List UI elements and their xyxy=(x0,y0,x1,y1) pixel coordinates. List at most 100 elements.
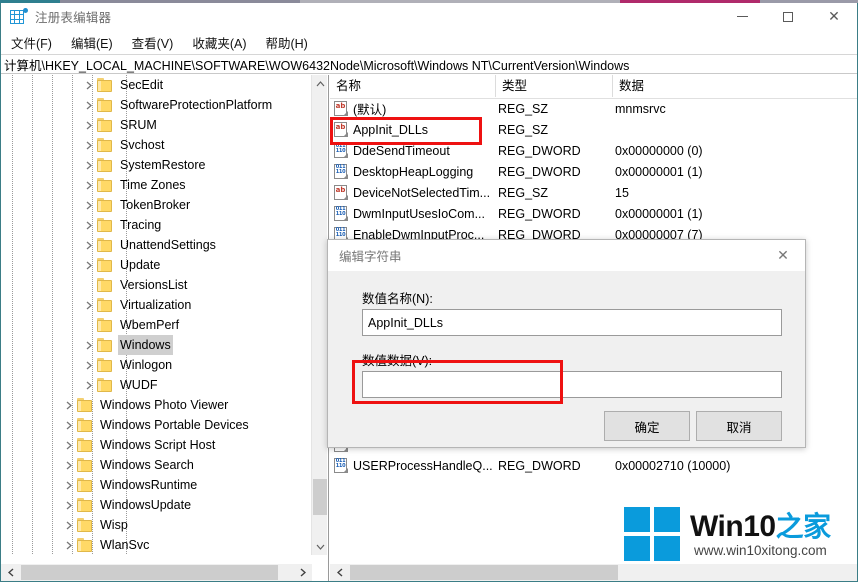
dword-value-icon: 011110 xyxy=(334,164,348,179)
menu-edit[interactable]: 编辑(E) xyxy=(62,31,122,55)
chevron-right-icon[interactable] xyxy=(61,495,77,515)
tree-item[interactable]: UnattendSettings xyxy=(1,235,312,255)
tree-item[interactable]: SystemRestore xyxy=(1,155,312,175)
list-scroll-left-button[interactable] xyxy=(330,564,349,581)
tree-hscroll-thumb[interactable] xyxy=(21,565,278,580)
table-row[interactable]: 011 110 DdeSendTimeout REG_DWORD 0x00000000 … xyxy=(330,140,857,161)
column-header-data[interactable]: 数据 xyxy=(613,75,857,97)
table-row[interactable]: 011 110 DwmInputUsesIoCom... REG_DWORD 0x000… xyxy=(330,203,857,224)
chevron-right-icon[interactable] xyxy=(81,255,97,275)
chevron-right-icon[interactable] xyxy=(61,395,77,415)
chevron-right-icon[interactable] xyxy=(81,215,97,235)
chevron-right-icon[interactable] xyxy=(81,95,97,115)
tree-item[interactable]: Windows Portable Devices xyxy=(1,415,312,435)
table-row[interactable]: 011 110 DesktopHeapLogging REG_DWORD 0x00000… xyxy=(330,161,857,182)
menu-help[interactable]: 帮助(H) xyxy=(256,31,316,55)
tree-item[interactable]: Windows xyxy=(1,335,312,355)
value-type: REG_DWORD xyxy=(498,143,581,158)
value-type: REG_DWORD xyxy=(498,164,581,179)
dialog-close-button[interactable]: ✕ xyxy=(761,240,805,271)
tree-item[interactable]: VersionsList xyxy=(1,275,312,295)
cancel-button[interactable]: 取消 xyxy=(696,411,782,441)
chevron-right-icon[interactable] xyxy=(81,375,97,395)
tree-item[interactable]: Windows Photo Viewer xyxy=(1,395,312,415)
list-hscroll-thumb[interactable] xyxy=(350,565,618,580)
tree-item[interactable]: Windows Search xyxy=(1,455,312,475)
registry-tree[interactable]: SecEdit SoftwareProtectionPlatform SRUM Svc… xyxy=(1,75,312,555)
tree-scroll-down-button[interactable] xyxy=(312,538,328,555)
table-row[interactable]: ab AppInit_DLLs REG_SZ xyxy=(330,119,857,140)
ok-button[interactable]: 确定 xyxy=(604,411,690,441)
tree-item[interactable]: Time Zones xyxy=(1,175,312,195)
tree-item[interactable]: Tracing xyxy=(1,215,312,235)
tree-scroll-left-button[interactable] xyxy=(1,564,20,581)
window-accent-strip xyxy=(0,0,858,3)
column-header-type[interactable]: 类型 xyxy=(496,75,613,97)
tree-item[interactable]: SecEdit xyxy=(1,75,312,95)
chevron-right-icon[interactable] xyxy=(81,115,97,135)
tree-item[interactable]: TokenBroker xyxy=(1,195,312,215)
tree-item-label: Windows Script Host xyxy=(100,438,216,452)
value-name: USERProcessHandleQ... xyxy=(353,458,493,473)
tree-item[interactable]: SoftwareProtectionPlatform xyxy=(1,95,312,115)
tree-item[interactable]: Winlogon xyxy=(1,355,312,375)
value-data-input[interactable] xyxy=(362,371,782,398)
list-horizontal-scrollbar[interactable] xyxy=(330,564,857,581)
folder-icon xyxy=(97,198,113,212)
chevron-right-icon[interactable] xyxy=(81,195,97,215)
chevron-right-icon[interactable] xyxy=(81,295,97,315)
menu-file[interactable]: 文件(F) xyxy=(2,31,61,55)
chevron-right-icon[interactable] xyxy=(61,515,77,535)
tree-item[interactable]: Virtualization xyxy=(1,295,312,315)
value-type: REG_DWORD xyxy=(498,206,581,221)
chevron-right-icon[interactable] xyxy=(61,535,77,555)
minimize-button[interactable] xyxy=(719,1,765,32)
chevron-right-icon[interactable] xyxy=(81,235,97,255)
tree-scroll-up-button[interactable] xyxy=(312,75,328,92)
chevron-right-icon[interactable] xyxy=(61,475,77,495)
value-name-input[interactable] xyxy=(362,309,782,336)
chevron-right-icon[interactable] xyxy=(61,455,77,475)
value-name: (默认) xyxy=(353,103,387,117)
tree-item[interactable]: WlanSvc xyxy=(1,535,312,555)
menu-view[interactable]: 查看(V) xyxy=(123,31,183,55)
folder-icon xyxy=(77,498,93,512)
tree-item[interactable]: WUDF xyxy=(1,375,312,395)
tree-item[interactable]: SRUM xyxy=(1,115,312,135)
folder-icon xyxy=(97,298,113,312)
tree-item[interactable]: WindowsRuntime xyxy=(1,475,312,495)
chevron-right-icon[interactable] xyxy=(81,155,97,175)
value-name: DesktopHeapLogging xyxy=(353,164,474,179)
tree-item[interactable]: WindowsUpdate xyxy=(1,495,312,515)
table-row[interactable]: ab DeviceNotSelectedTim... REG_SZ 15 xyxy=(330,182,857,203)
table-row[interactable]: ab (默认) REG_SZ mnmsrvc xyxy=(330,98,857,119)
chevron-right-icon[interactable] xyxy=(81,335,97,355)
maximize-button[interactable] xyxy=(765,1,811,32)
tree-scroll-thumb[interactable] xyxy=(313,479,327,515)
tree-item[interactable]: Wisp xyxy=(1,515,312,535)
chevron-right-icon[interactable] xyxy=(61,435,77,455)
address-bar[interactable]: 计算机\HKEY_LOCAL_MACHINE\SOFTWARE\WOW6432N… xyxy=(1,54,857,74)
chevron-right-icon[interactable] xyxy=(81,75,97,95)
tree-scroll-right-button[interactable] xyxy=(293,564,312,581)
close-button[interactable]: ✕ xyxy=(811,1,857,32)
chevron-right-icon[interactable] xyxy=(81,355,97,375)
folder-icon xyxy=(77,418,93,432)
tree-item[interactable]: Update xyxy=(1,255,312,275)
close-icon: ✕ xyxy=(777,247,789,264)
chevron-right-icon[interactable] xyxy=(81,135,97,155)
tree-item[interactable]: Svchost xyxy=(1,135,312,155)
chevron-right-icon[interactable] xyxy=(81,175,97,195)
table-row[interactable]: 011 110 USERProcessHandleQ... REG_DWORD 0x00… xyxy=(330,455,857,476)
tree-item[interactable]: Windows Script Host xyxy=(1,435,312,455)
chevron-right-icon[interactable] xyxy=(61,415,77,435)
column-header-name[interactable]: 名称 xyxy=(330,75,496,97)
menu-favorites[interactable]: 收藏夹(A) xyxy=(183,31,255,55)
tree-item[interactable]: WbemPerf xyxy=(1,315,312,335)
tree-vertical-scrollbar[interactable] xyxy=(311,75,327,555)
tree-horizontal-scrollbar[interactable] xyxy=(1,564,312,581)
